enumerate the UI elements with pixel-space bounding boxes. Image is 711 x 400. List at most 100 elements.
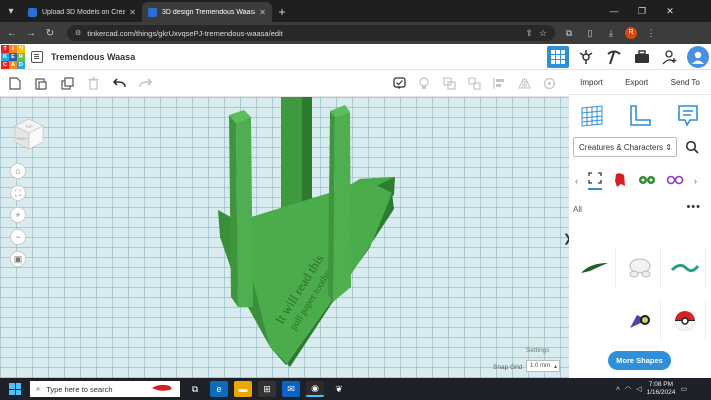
- workplane-icon[interactable]: [579, 103, 605, 129]
- green-3d-model[interactable]: It will read this pull paper toothpaste: [0, 97, 569, 378]
- logo-tile: T: [1, 44, 9, 53]
- app-leaf-icon[interactable]: ❦: [330, 381, 348, 397]
- more-shapes-button[interactable]: More Shapes: [608, 351, 671, 370]
- back-icon[interactable]: ←: [6, 28, 18, 39]
- share-icon[interactable]: ⇪: [525, 28, 533, 39]
- more-options-icon[interactable]: •••: [686, 201, 701, 213]
- shape-tile-ghost[interactable]: [619, 248, 661, 288]
- grid-view-icon[interactable]: [547, 46, 569, 68]
- edit-toolbar: [0, 70, 569, 97]
- forward-icon[interactable]: →: [25, 28, 37, 39]
- updown-arrow-icon: ⇕: [665, 142, 672, 152]
- notes-icon[interactable]: [392, 77, 406, 91]
- ungroup-icon[interactable]: [467, 77, 481, 91]
- profile-avatar[interactable]: R: [625, 27, 637, 39]
- clock[interactable]: 7:08 PM 1/16/2024: [646, 381, 675, 397]
- snap-grid-select[interactable]: 1.0 mm ▴: [526, 360, 560, 372]
- windows-start-icon[interactable]: [6, 380, 24, 398]
- green-eyes-icon[interactable]: [638, 174, 656, 188]
- tab-title: Upload 3D Models on Creality: [42, 8, 126, 16]
- send-to-button[interactable]: Send To: [667, 74, 704, 91]
- url-input[interactable]: ⚙ tinkercad.com/things/gkrUxvqsePJ-treme…: [67, 25, 555, 41]
- shape-category-select[interactable]: Creatures & Characters ⇕: [573, 137, 677, 157]
- extensions-icon[interactable]: ⧉: [562, 28, 576, 39]
- notes-panel-icon[interactable]: [675, 103, 701, 129]
- lightbulb-icon[interactable]: [417, 77, 431, 91]
- duplicate-icon[interactable]: [60, 76, 74, 90]
- volume-icon[interactable]: ◁: [636, 385, 641, 393]
- mail-icon[interactable]: ✉: [282, 381, 300, 397]
- store-icon[interactable]: ⊞: [258, 381, 276, 397]
- new-design-icon[interactable]: [8, 76, 22, 90]
- taskbar-search-input[interactable]: ⌕ Type here to search: [30, 381, 180, 397]
- shapes-panel: Creatures & Characters ⇕ ‹ › All ••• Mor…: [569, 95, 711, 378]
- import-button[interactable]: Import: [576, 74, 607, 91]
- close-window-icon[interactable]: ✕: [656, 0, 684, 22]
- export-button[interactable]: Export: [621, 74, 652, 91]
- app-header: TINKERCAD Tremendous Waasa: [0, 44, 711, 70]
- circuit-icon[interactable]: [575, 46, 597, 68]
- download-icon[interactable]: ⤓: [604, 28, 618, 39]
- creality-favicon-icon: [28, 7, 37, 17]
- browser-tab[interactable]: Upload 3D Models on Creality ✕: [22, 2, 142, 22]
- notifications-icon[interactable]: ▭: [680, 385, 687, 393]
- file-explorer-icon[interactable]: ▬: [234, 381, 252, 397]
- workplane[interactable]: TOP RIGHT ⌂ ⛶ + − ▣ It will read this pu…: [0, 97, 569, 378]
- group-icon[interactable]: [442, 77, 456, 91]
- reload-icon[interactable]: ↻: [44, 28, 56, 39]
- briefcase-icon[interactable]: [631, 46, 653, 68]
- shape-tile-tentacle[interactable]: [664, 248, 706, 288]
- search-icon[interactable]: [681, 137, 703, 157]
- bookmark-star-icon[interactable]: ☆: [539, 28, 547, 39]
- clock-date: 1/16/2024: [646, 389, 676, 396]
- settings-button[interactable]: Settings: [526, 347, 550, 354]
- creature-filter-row: ‹ ›: [569, 168, 711, 194]
- scroll-right-icon[interactable]: ›: [694, 176, 697, 186]
- show-hidden-icons-icon[interactable]: ˄: [616, 386, 620, 393]
- user-avatar[interactable]: [687, 46, 709, 68]
- network-icon[interactable]: ◠: [625, 385, 631, 393]
- new-tab-button[interactable]: +: [272, 2, 292, 22]
- align-icon[interactable]: [492, 77, 506, 91]
- logo-tile: E: [9, 52, 17, 61]
- dropdown-arrow-icon: ▴: [554, 363, 558, 370]
- chrome-icon[interactable]: ◉: [306, 381, 324, 397]
- add-user-icon[interactable]: [659, 46, 681, 68]
- scroll-left-icon[interactable]: ‹: [575, 176, 578, 186]
- cruise-icon[interactable]: [542, 77, 556, 91]
- edge-icon[interactable]: e: [210, 381, 228, 397]
- category-value: Creatures & Characters: [579, 142, 664, 152]
- redo-icon[interactable]: [138, 76, 152, 90]
- mirror-icon[interactable]: [517, 77, 531, 91]
- task-view-icon[interactable]: ⧉: [186, 381, 204, 397]
- logo-tile: I: [9, 44, 17, 53]
- logo-tile: N: [17, 44, 25, 53]
- tab-search-icon[interactable]: ▾: [0, 0, 22, 22]
- browser-tab-active[interactable]: 3D design Tremendous Waasa ✕: [142, 2, 272, 22]
- tab-title: 3D design Tremendous Waasa: [162, 8, 256, 16]
- undo-icon[interactable]: [112, 76, 126, 90]
- tinkercad-logo[interactable]: TINKERCAD: [1, 44, 25, 69]
- clock-time: 7:08 PM: [648, 381, 674, 388]
- minimize-icon[interactable]: —: [600, 0, 628, 22]
- purple-glasses-icon[interactable]: [666, 174, 684, 188]
- shape-tile-lizard[interactable]: [574, 248, 616, 288]
- side-panel-icon[interactable]: ▯: [583, 28, 597, 39]
- pickaxe-icon[interactable]: [603, 46, 625, 68]
- ruler-icon[interactable]: [627, 103, 653, 129]
- select-all-icon[interactable]: [588, 172, 602, 190]
- red-monster-icon[interactable]: [612, 172, 628, 190]
- browser-menu-icon[interactable]: ⋮: [644, 28, 658, 39]
- logo-tile: K: [1, 52, 9, 61]
- design-menu-icon[interactable]: [31, 50, 43, 63]
- close-tab-icon[interactable]: ✕: [129, 8, 136, 17]
- close-tab-icon[interactable]: ✕: [259, 8, 266, 17]
- restore-icon[interactable]: ❐: [628, 0, 656, 22]
- delete-icon[interactable]: [86, 76, 100, 90]
- paste-icon[interactable]: [34, 76, 48, 90]
- shape-tile-ball[interactable]: [664, 301, 706, 341]
- shape-tile-eyeball[interactable]: [619, 301, 661, 341]
- site-info-icon[interactable]: ⚙: [75, 29, 81, 37]
- search-placeholder: Type here to search: [46, 384, 113, 394]
- design-name[interactable]: Tremendous Waasa: [51, 52, 135, 62]
